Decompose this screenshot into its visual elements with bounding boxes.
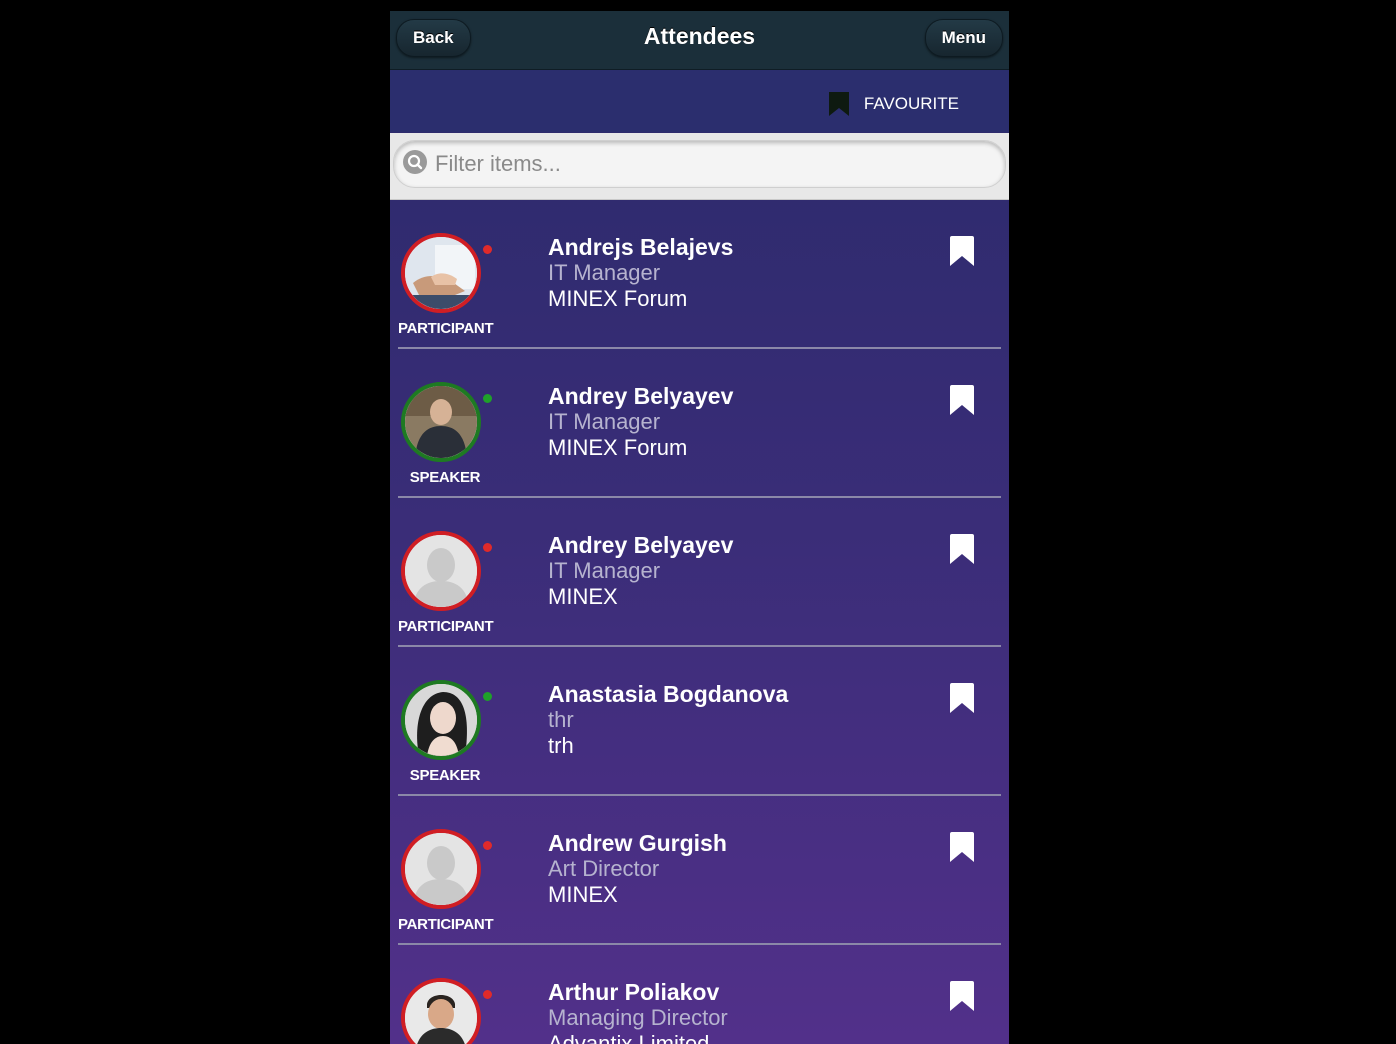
favourite-bar: FAVOURITE <box>390 70 1009 132</box>
attendee-company: MINEX Forum <box>548 435 688 460</box>
bookmark-icon[interactable] <box>947 683 977 720</box>
attendee-info: Andrey Belyayev IT Manager MINEX Forum <box>548 383 733 461</box>
avatar <box>401 233 492 313</box>
attendee-info: Anastasia Bogdanova thr trh <box>548 681 788 759</box>
avatar-photo <box>401 978 481 1044</box>
status-dot <box>483 692 492 701</box>
avatar-photo <box>401 680 481 760</box>
attendee-job: IT Manager <box>548 260 661 285</box>
attendee-job: Art Director <box>548 856 660 881</box>
bookmark-icon[interactable] <box>947 832 977 869</box>
search-icon <box>403 149 427 179</box>
bookmark-icon[interactable] <box>947 981 977 1018</box>
attendee-name: Anastasia Bogdanova <box>548 681 789 707</box>
status-dot <box>483 990 492 999</box>
app-header: Back Attendees Menu <box>390 11 1009 70</box>
favourite-label: FAVOURITE <box>863 94 959 113</box>
attendee-company: MINEX Forum <box>548 286 688 311</box>
attendee-job: IT Manager <box>548 409 661 434</box>
attendee-info: Andrejs Belajevs IT Manager MINEX Forum <box>548 234 733 312</box>
attendee-row[interactable]: PARTICIPANT Andrejs Belajevs IT Manager … <box>398 200 1001 349</box>
attendee-job: thr <box>548 707 574 732</box>
role-label: PARTICIPANT <box>398 916 494 933</box>
attendee-name: Andrey Belyayev <box>548 532 734 558</box>
attendee-company: trh <box>548 733 574 758</box>
attendee-name: Andrew Gurgish <box>548 830 727 856</box>
avatar-photo <box>401 233 481 313</box>
attendee-job: Managing Director <box>548 1005 728 1030</box>
avatar-placeholder-icon <box>401 531 481 611</box>
avatar-placeholder-icon <box>401 829 481 909</box>
attendee-company: MINEX <box>548 584 618 609</box>
role-label: SPEAKER <box>409 767 481 784</box>
attendee-list: PARTICIPANT Andrejs Belajevs IT Manager … <box>390 200 1009 1044</box>
attendee-company: Advantix Limited <box>548 1031 710 1044</box>
avatar-photo <box>401 382 481 462</box>
avatar <box>401 978 492 1044</box>
role-label: SPEAKER <box>409 469 481 486</box>
attendee-name: Arthur Poliakov <box>548 979 720 1005</box>
attendee-name: Andrejs Belajevs <box>548 234 734 260</box>
status-dot <box>483 841 492 850</box>
status-dot <box>483 394 492 403</box>
attendee-row[interactable]: PARTICIPANT Andrew Gurgish Art Director … <box>398 796 1001 945</box>
avatar <box>401 531 492 611</box>
bookmark-icon <box>828 92 850 116</box>
filter-input[interactable] <box>433 150 977 178</box>
bookmark-icon[interactable] <box>947 534 977 571</box>
attendee-job: IT Manager <box>548 558 661 583</box>
avatar <box>401 829 492 909</box>
filter-bar <box>390 133 1009 200</box>
attendee-name: Andrey Belyayev <box>548 383 734 409</box>
filter-field[interactable] <box>393 140 1006 188</box>
status-dot <box>483 245 492 254</box>
attendee-row[interactable]: SPEAKER Andrey Belyayev IT Manager MINEX… <box>398 349 1001 498</box>
role-label: PARTICIPANT <box>398 618 494 635</box>
attendee-row[interactable]: Arthur Poliakov Managing Director Advant… <box>398 945 1001 1044</box>
attendee-company: MINEX <box>548 882 618 907</box>
avatar <box>401 382 492 462</box>
attendee-row[interactable]: PARTICIPANT Andrey Belyayev IT Manager M… <box>398 498 1001 647</box>
role-label: PARTICIPANT <box>398 320 494 337</box>
attendee-info: Andrey Belyayev IT Manager MINEX <box>548 532 733 610</box>
attendee-row[interactable]: SPEAKER Anastasia Bogdanova thr trh <box>398 647 1001 796</box>
bookmark-icon[interactable] <box>947 385 977 422</box>
page-title: Attendees <box>643 23 756 49</box>
app-viewport: Back Attendees Menu FAVOURITE Filter ite… <box>390 11 1009 1044</box>
attendee-info: Arthur Poliakov Managing Director Advant… <box>548 979 728 1044</box>
status-dot <box>483 543 492 552</box>
avatar <box>401 680 492 760</box>
bookmark-icon[interactable] <box>947 236 977 273</box>
menu-button[interactable]: Menu <box>924 19 1003 57</box>
favourite-filter-button[interactable]: FAVOURITE <box>828 92 959 116</box>
attendee-info: Andrew Gurgish Art Director MINEX <box>548 830 727 908</box>
